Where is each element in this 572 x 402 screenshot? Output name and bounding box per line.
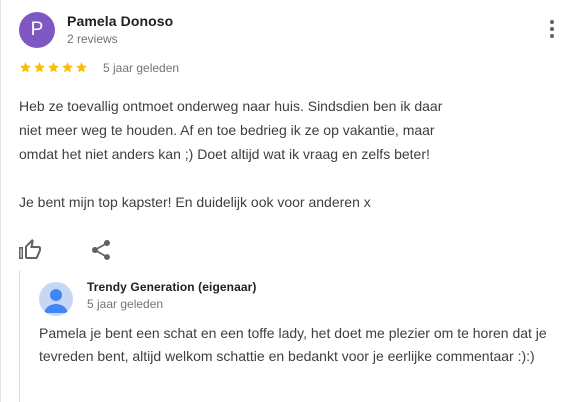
review-card: P Pamela Donoso 2 reviews 5 jaar geleden… xyxy=(19,12,554,266)
star-icon xyxy=(20,62,31,73)
review-actions xyxy=(19,238,554,266)
star-icon xyxy=(48,62,59,73)
more-vert-icon[interactable] xyxy=(545,18,559,42)
author-name[interactable]: Pamela Donoso xyxy=(67,13,173,29)
owner-reply-date: 5 jaar geleden xyxy=(87,297,164,311)
owner-reply: Trendy Generation (eigenaar) 5 jaar gele… xyxy=(19,270,554,402)
owner-name: Trendy Generation (eigenaar) xyxy=(87,280,257,294)
star-icon xyxy=(62,62,73,73)
star-icon xyxy=(76,62,87,73)
review-paragraph: Je bent mijn top kapster! En duidelijk o… xyxy=(19,194,371,210)
review-paragraph: Heb ze toevallig ontmoet onderweg naar h… xyxy=(19,98,443,162)
review-header: P Pamela Donoso 2 reviews xyxy=(19,12,554,52)
review-date: 5 jaar geleden xyxy=(103,61,180,75)
review-text: Heb ze toevallig ontmoet onderweg naar h… xyxy=(19,94,449,214)
left-border xyxy=(0,0,1,402)
star-rating xyxy=(19,61,89,77)
rating-row: 5 jaar geleden xyxy=(19,61,554,77)
thumb-up-icon[interactable] xyxy=(18,238,42,262)
person-icon xyxy=(39,282,73,316)
share-icon[interactable] xyxy=(89,238,113,262)
owner-reply-text: Pamela je bent een schat en een toffe la… xyxy=(39,325,547,364)
author-review-count: 2 reviews xyxy=(67,32,118,46)
author-avatar[interactable]: P xyxy=(19,12,55,48)
star-icon xyxy=(34,62,45,73)
